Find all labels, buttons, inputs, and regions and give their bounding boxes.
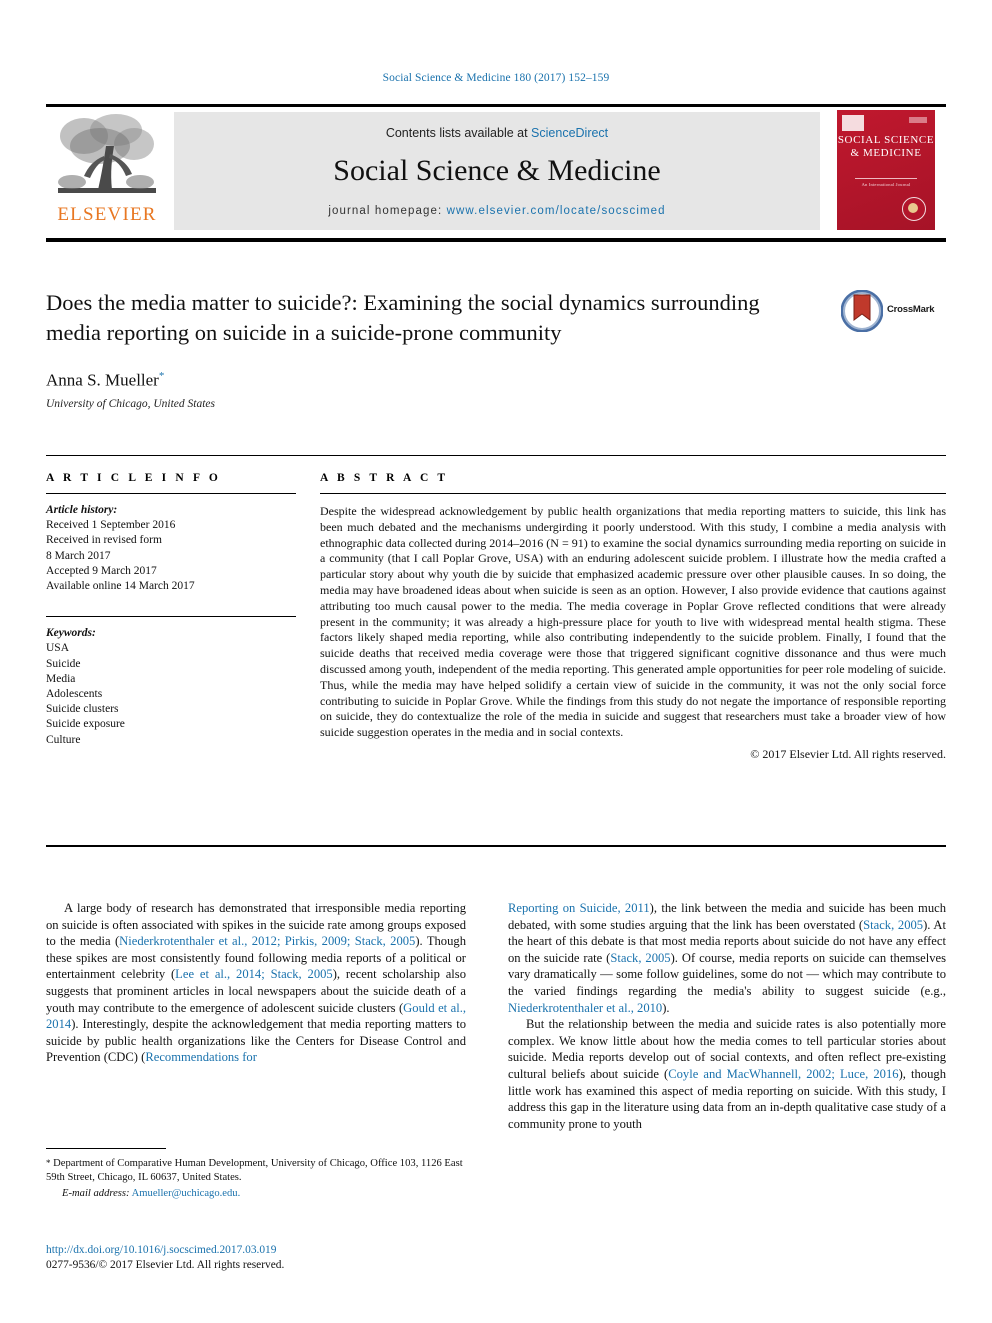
cover-seal-icon bbox=[902, 197, 926, 221]
journal-cover-thumbnail: SOCIAL SCIENCE & MEDICINE An Internation… bbox=[828, 108, 944, 232]
email-label: E-mail address: bbox=[62, 1188, 130, 1199]
citation-link[interactable]: Niederkrotenthaler et al., 2012; Pirkis,… bbox=[119, 934, 415, 948]
abstract-column: A B S T R A C T Despite the widespread a… bbox=[320, 472, 946, 762]
cover-art: SOCIAL SCIENCE & MEDICINE An Internation… bbox=[837, 110, 935, 230]
article-info-rule bbox=[46, 493, 296, 494]
cover-title: SOCIAL SCIENCE & MEDICINE bbox=[837, 134, 935, 159]
abstract-heading: A B S T R A C T bbox=[320, 472, 449, 484]
elsevier-tree-icon bbox=[58, 114, 156, 193]
page-title: Does the media matter to suicide?: Exami… bbox=[46, 290, 760, 345]
corresponding-author-footnote: * Department of Comparative Human Develo… bbox=[46, 1156, 466, 1201]
keyword-item: Culture bbox=[46, 733, 81, 746]
citation-link[interactable]: Stack, 2005 bbox=[610, 951, 670, 965]
journal-masthead: ELSEVIER Contents lists available at Sci… bbox=[46, 104, 946, 242]
author-line: Anna S. Mueller* bbox=[46, 370, 946, 391]
citation-link[interactable]: Niederkrotenthaler et al., 2010 bbox=[508, 1001, 662, 1015]
contents-line: Contents lists available at ScienceDirec… bbox=[174, 126, 820, 140]
keyword-item: Media bbox=[46, 672, 76, 685]
journal-homepage-link[interactable]: www.elsevier.com/locate/socscimed bbox=[447, 205, 666, 217]
author-affiliation: University of Chicago, United States bbox=[46, 397, 215, 410]
cover-corner-mark bbox=[842, 115, 864, 131]
doi-link[interactable]: http://dx.doi.org/10.1016/j.socscimed.20… bbox=[46, 1243, 466, 1258]
cover-subtitle: An International Journal bbox=[861, 182, 911, 187]
keyword-item: Adolescents bbox=[46, 688, 103, 701]
history-item: Received 1 September 2016 bbox=[46, 519, 176, 532]
body-text-run: ). bbox=[662, 1000, 670, 1015]
masthead-top-rule bbox=[46, 104, 946, 107]
author-footnote-marker[interactable]: * bbox=[159, 370, 165, 382]
masthead-bottom-rule bbox=[46, 238, 946, 242]
keywords-label: Keywords: bbox=[46, 627, 96, 640]
footnote-address-line: * Department of Comparative Human Develo… bbox=[46, 1156, 466, 1185]
citation-link[interactable]: Reporting on Suicide, 2011 bbox=[508, 901, 650, 915]
crossmark-label: CrossMark bbox=[887, 304, 935, 315]
history-item: Received in revised form bbox=[46, 534, 162, 547]
history-item: Available online 14 March 2017 bbox=[46, 580, 195, 593]
body-paragraph: Reporting on Suicide, 2011), the link be… bbox=[508, 900, 946, 1016]
journal-title: Social Science & Medicine bbox=[333, 154, 661, 187]
sciencedirect-link[interactable]: ScienceDirect bbox=[531, 126, 608, 140]
body-column-left: A large body of research has demonstrate… bbox=[46, 900, 466, 1066]
info-section-top-rule bbox=[46, 455, 946, 456]
keyword-item: Suicide bbox=[46, 657, 81, 670]
article-history-label: Article history: bbox=[46, 504, 118, 516]
running-head: Social Science & Medicine 180 (2017) 152… bbox=[382, 72, 610, 84]
email-link[interactable]: Amueller@uchicago.edu. bbox=[132, 1188, 241, 1199]
footnote-email-line: E-mail address: Amueller@uchicago.edu. bbox=[46, 1187, 466, 1201]
keyword-item: Suicide exposure bbox=[46, 718, 125, 731]
article-info-column: A R T I C L E I N F O Article history: R… bbox=[46, 472, 296, 748]
cover-corner-mark-right bbox=[909, 117, 927, 123]
footnote-address: Department of Comparative Human Developm… bbox=[46, 1158, 463, 1183]
contents-prefix: Contents lists available at bbox=[385, 126, 532, 140]
abstract-copyright: © 2017 Elsevier Ltd. All rights reserved… bbox=[750, 746, 946, 761]
elsevier-logo: ELSEVIER bbox=[48, 112, 166, 232]
citation-link[interactable]: Coyle and MacWhannell, 2002; Luce, 2016 bbox=[668, 1067, 898, 1081]
info-section-bottom-rule bbox=[46, 845, 946, 847]
elsevier-wordmark: ELSEVIER bbox=[57, 204, 157, 225]
journal-band: Contents lists available at ScienceDirec… bbox=[174, 112, 820, 230]
keyword-item: Suicide clusters bbox=[46, 703, 119, 716]
body-paragraph: But the relationship between the media a… bbox=[508, 1016, 946, 1132]
keyword-item: USA bbox=[46, 642, 70, 655]
author-name: Anna S. Mueller bbox=[46, 370, 159, 390]
abstract-text: Despite the widespread acknowledgement b… bbox=[320, 504, 946, 740]
crossmark-icon bbox=[841, 290, 883, 332]
citation-link[interactable]: Stack, 2005 bbox=[863, 918, 923, 932]
citation-link[interactable]: Lee et al., 2014; Stack, 2005 bbox=[175, 967, 333, 981]
article-history: Article history: Received 1 September 20… bbox=[46, 503, 296, 594]
issn-copyright-line: 0277-9536/© 2017 Elsevier Ltd. All right… bbox=[46, 1259, 285, 1271]
keywords-group: Keywords: USA Suicide Media Adolescents … bbox=[46, 626, 296, 748]
citation-link[interactable]: Recommendations for bbox=[145, 1050, 257, 1064]
footnote-marker: * bbox=[46, 1158, 51, 1168]
body-column-right: Reporting on Suicide, 2011), the link be… bbox=[508, 900, 946, 1132]
history-item: 8 March 2017 bbox=[46, 549, 111, 562]
article-info-heading: A R T I C L E I N F O bbox=[46, 472, 221, 484]
title-block: Does the media matter to suicide?: Exami… bbox=[46, 288, 946, 410]
homepage-prefix: journal homepage: bbox=[328, 205, 447, 217]
footer-doi-block: http://dx.doi.org/10.1016/j.socscimed.20… bbox=[46, 1243, 466, 1273]
history-item: Accepted 9 March 2017 bbox=[46, 564, 157, 577]
keywords-rule bbox=[46, 616, 296, 618]
abstract-rule bbox=[320, 493, 946, 494]
footnote-rule bbox=[46, 1148, 166, 1149]
cover-divider bbox=[855, 178, 917, 179]
body-paragraph: A large body of research has demonstrate… bbox=[46, 900, 466, 1066]
crossmark-badge[interactable]: CrossMark bbox=[841, 290, 947, 334]
article-page: Social Science & Medicine 180 (2017) 152… bbox=[0, 0, 992, 1323]
journal-homepage-line: journal homepage: www.elsevier.com/locat… bbox=[174, 205, 820, 217]
